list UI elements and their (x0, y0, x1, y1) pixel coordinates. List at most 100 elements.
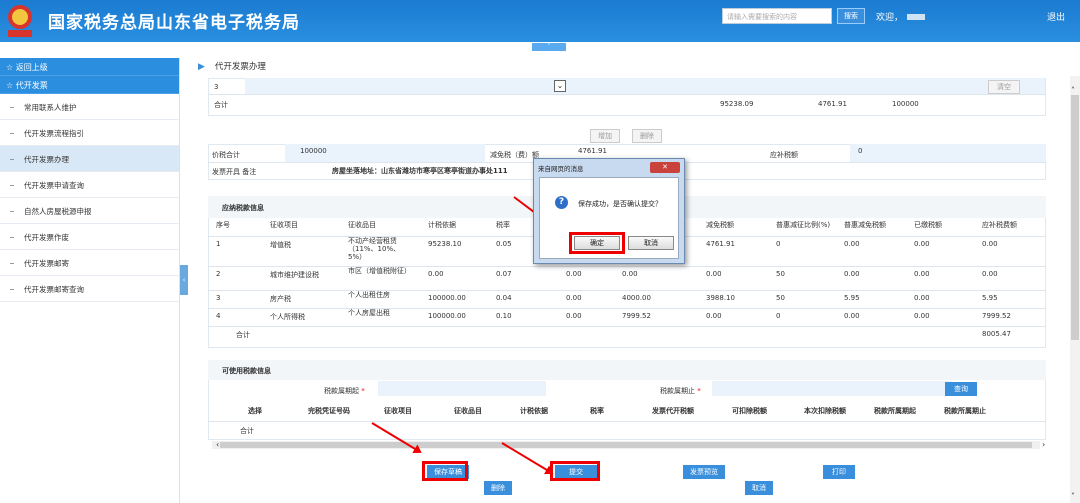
sidebar-section[interactable]: ☆ 代开发票 (0, 76, 179, 94)
period-end-label: 税款属期止 * (660, 387, 701, 395)
tax-header-cell: 序号 (216, 221, 230, 229)
tax-cell-base: 0.00 (428, 270, 444, 278)
tax-cell-reduce: 0.00 (706, 312, 722, 320)
main-content: 3 ⌄ 清空 合计 95238.09 4761.91 100000 增加 删除 … (190, 76, 1070, 503)
tax-cell-reduce: 4761.91 (706, 240, 735, 248)
sidebar-item-query[interactable]: 代开发票申请查询 (0, 172, 179, 198)
scroll-left-icon[interactable]: ‹ (216, 440, 219, 449)
scroll-right-icon[interactable]: › (1042, 440, 1045, 449)
row-input-area[interactable] (245, 78, 1045, 94)
tax-cell-no: 3 (216, 294, 221, 302)
delete-row-button[interactable]: 删除 (632, 129, 662, 143)
tax-cell-rate: 0.04 (496, 294, 512, 302)
tax-cell-item: 城市维护建设税 (270, 271, 319, 279)
dialog-close-button[interactable]: ✕ (650, 162, 680, 173)
logout-link[interactable]: 退出 (1047, 10, 1065, 23)
tax-header-cell: 已缴税额 (914, 221, 942, 229)
usable-header-cell: 选择 (248, 407, 262, 415)
collapse-header-button[interactable]: ˄ (532, 43, 566, 51)
total-label: 合计 (214, 101, 228, 109)
tax-total-label: 合计 (236, 331, 250, 339)
preview-button[interactable]: 发票预览 (683, 465, 725, 479)
tax-cell-item: 个人所得税 (270, 313, 305, 321)
tax-cell-due: 5.95 (982, 294, 998, 302)
sidebar-item-house-tax[interactable]: 自然人房屋税源申报 (0, 198, 179, 224)
tax-cell-paid: 0.00 (914, 270, 930, 278)
usable-header-cell: 本次扣除税额 (804, 407, 846, 415)
delete-button[interactable]: 删除 (484, 481, 512, 495)
print-button[interactable]: 打印 (823, 465, 855, 479)
supp-tax-label: 应补税额 (770, 151, 798, 159)
supp-tax-value: 0 (858, 147, 863, 155)
tax-header-cell: 减免税额 (706, 221, 734, 229)
star-icon: ☆ (6, 81, 16, 90)
scroll-up-icon[interactable]: ˄ (1071, 86, 1075, 95)
usable-header-cell: 税款所属期起 (874, 407, 916, 415)
tax-cell-c6: 7999.52 (622, 312, 651, 320)
total-price: 100000 (892, 100, 919, 108)
total-tax: 4761.91 (818, 100, 847, 108)
tax-cell-no: 2 (216, 270, 221, 278)
tax-header-cell: 普惠减征比例(%) (776, 221, 831, 229)
sidebar: ☆ 返回上级 ☆ 代开发票 常用联系人维护 代开发票流程指引 代开发票办理 代开… (0, 58, 180, 503)
sidebar-toggle[interactable]: ‹ (180, 265, 188, 295)
tax-header-cell: 征收项目 (270, 221, 298, 229)
add-button[interactable]: 增加 (590, 129, 620, 143)
sidebar-item-mail-query[interactable]: 代开发票邮寄查询 (0, 276, 179, 302)
dialog-body: ? 保存成功，是否确认提交？ 确定 取消 (539, 177, 679, 259)
question-icon: ? (555, 196, 568, 209)
tax-cell-ratio: 0 (776, 240, 781, 248)
reduced-tax-label: 减免税（费）额 (490, 151, 539, 159)
tax-cell-item: 房产税 (270, 295, 291, 303)
scroll-down-icon[interactable]: ˅ (1071, 492, 1075, 501)
tax-cell-c6: 0.00 (622, 270, 638, 278)
tax-cell-no: 4 (216, 312, 221, 320)
search-input[interactable]: 请输入需要搜索的内容 (722, 8, 832, 24)
tax-cell-preduce: 0.00 (844, 312, 860, 320)
dialog-cancel-button[interactable]: 取消 (628, 236, 674, 250)
tax-cell-rate: 0.10 (496, 312, 512, 320)
tax-header-cell: 应补税费额 (982, 221, 1017, 229)
submit-highlight (550, 461, 600, 481)
tax-cell-preduce: 0.00 (844, 240, 860, 248)
horizontal-scroll-thumb[interactable] (220, 442, 1032, 448)
sidebar-item-void[interactable]: 代开发票作废 (0, 224, 179, 250)
tax-cell-due: 0.00 (982, 270, 998, 278)
usable-header-cell: 完税凭证号码 (308, 407, 350, 415)
query-button[interactable]: 查询 (945, 382, 977, 396)
period-end-input[interactable] (712, 381, 952, 396)
username-masked (907, 14, 926, 20)
breadcrumb: ▶ 代开发票办理 (198, 62, 266, 72)
period-start-input[interactable] (378, 381, 546, 396)
sidebar-item-mail[interactable]: 代开发票邮寄 (0, 250, 179, 276)
sidebar-back[interactable]: ☆ 返回上级 (0, 58, 179, 76)
usable-header-cell: 征收品目 (454, 407, 482, 415)
tax-cell-sub: 市区（增值税附征） (348, 267, 411, 275)
tax-cell-base: 95238.10 (428, 240, 462, 248)
dropdown-chevron-icon[interactable]: ⌄ (554, 80, 566, 92)
tax-cell-c5: 0.00 (566, 312, 582, 320)
tax-cell-ratio: 50 (776, 270, 785, 278)
tax-cell-sub: 个人出租住房 (348, 291, 390, 299)
sidebar-item-contacts[interactable]: 常用联系人维护 (0, 94, 179, 120)
remark-value: 房屋坐落地址：山东省潍坊市寒亭区寒亭街道办事处111 (332, 167, 508, 175)
tax-cell-item: 增值税 (270, 241, 291, 249)
sidebar-item-handle[interactable]: 代开发票办理 (0, 146, 179, 172)
tax-cell-paid: 0.00 (914, 312, 930, 320)
top-header: 国家税务总局山东省电子税务局 请输入需要搜索的内容 搜索 欢迎， 退出 (0, 0, 1080, 42)
tax-header-cell: 税率 (496, 221, 510, 229)
cancel-button[interactable]: 取消 (745, 481, 773, 495)
vertical-scroll-thumb[interactable] (1071, 95, 1079, 340)
clear-button[interactable]: 清空 (988, 80, 1020, 94)
sidebar-item-guide[interactable]: 代开发票流程指引 (0, 120, 179, 146)
tax-cell-due: 7999.52 (982, 312, 1011, 320)
save-draft-highlight (422, 461, 468, 481)
tax-cell-base: 100000.00 (428, 312, 466, 320)
tax-cell-rate: 0.07 (496, 270, 512, 278)
usable-header-cell: 发票代开税额 (652, 407, 694, 415)
tax-section-title: 应纳税款信息 (222, 204, 264, 212)
search-button[interactable]: 搜索 (837, 8, 865, 24)
tax-emblem-icon (8, 5, 32, 37)
site-title: 国家税务总局山东省电子税务局 (48, 13, 300, 33)
tax-header-cell: 征收品目 (348, 221, 376, 229)
